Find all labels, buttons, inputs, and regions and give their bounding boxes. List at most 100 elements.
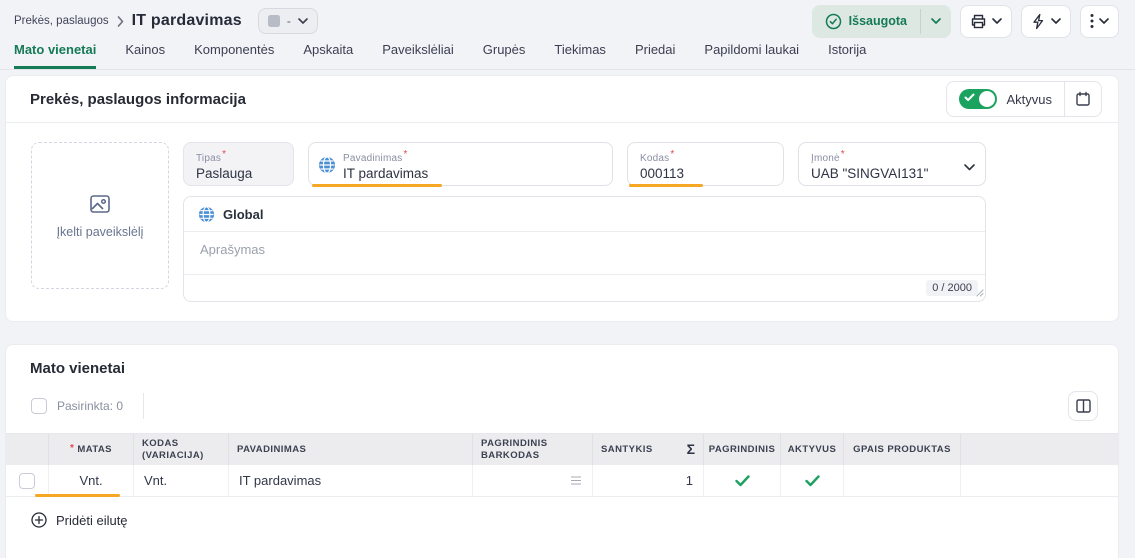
language-label: Global: [223, 207, 263, 222]
changed-indicator: [35, 494, 120, 497]
units-table: *MATAS KODAS (VARIACIJA) PAVADINIMAS PAG…: [6, 433, 1118, 497]
header-pagrindinis: PAGRINDINIS: [704, 434, 781, 465]
header-matas: *MATAS: [49, 434, 134, 465]
pavadinimas-label: Pavadinimas*: [343, 153, 408, 164]
table-header-row: *MATAS KODAS (VARIACIJA) PAVADINIMAS PAG…: [6, 434, 1118, 465]
column-settings-button[interactable]: [1068, 391, 1098, 421]
tab-grupes[interactable]: Grupės: [483, 42, 526, 69]
save-status-button[interactable]: Išsaugota: [812, 5, 920, 38]
tipas-value: Paslauga: [196, 166, 283, 181]
tab-apskaita[interactable]: Apskaita: [303, 42, 353, 69]
header-aktyvus: AKTYVUS: [781, 434, 844, 465]
matas-cell[interactable]: Vnt.: [49, 465, 134, 496]
chevron-down-icon: [992, 18, 1002, 24]
header-empty: [961, 434, 1118, 465]
aktyvus-cell[interactable]: [781, 465, 844, 496]
pavadinimas-field[interactable]: Pavadinimas* IT pardavimas: [308, 142, 613, 186]
pagrindinis-cell[interactable]: [704, 465, 781, 496]
imone-select-value[interactable]: UAB "SINGVAI131": [811, 166, 955, 181]
required-asterisk: *: [841, 149, 845, 160]
changed-indicator: [312, 184, 442, 187]
page-title: IT pardavimas: [132, 12, 242, 30]
kodas-cell[interactable]: Vnt.: [134, 465, 229, 496]
schedule-button[interactable]: [1064, 82, 1101, 116]
breadcrumb-parent-link[interactable]: Prekės, paslaugos: [14, 15, 109, 27]
description-footer: 0 / 2000: [184, 274, 985, 301]
header-gpais-produktas: GPAIS PRODUKTAS: [844, 434, 961, 465]
kodas-label: Kodas*: [640, 153, 674, 164]
save-options-button[interactable]: [921, 5, 951, 38]
chevron-down-icon: [298, 18, 308, 24]
gpais-cell[interactable]: [844, 465, 961, 496]
add-row-label: Pridėti eilutę: [56, 513, 128, 528]
breadcrumb: Prekės, paslaugos IT pardavimas -: [14, 8, 318, 34]
active-toggle-group: Aktyvus: [946, 81, 1102, 117]
toggle-knob: [979, 91, 995, 107]
toggle-switch-on[interactable]: [959, 89, 997, 109]
chevron-down-icon: [1099, 18, 1109, 24]
tipas-field: Tipas* Paslauga: [183, 142, 294, 186]
pavadinimas-cell[interactable]: IT pardavimas: [229, 465, 473, 496]
variant-swatch: [268, 15, 280, 27]
menu-lines-icon[interactable]: [570, 476, 582, 485]
header-santykis: SANTYKISΣ: [593, 434, 704, 465]
description-textarea[interactable]: Aprašymas: [184, 232, 985, 274]
breadcrumb-chevron-icon: [117, 16, 124, 27]
save-status-split-button[interactable]: Išsaugota: [812, 5, 951, 38]
printer-icon: [970, 13, 987, 30]
tab-tiekimas[interactable]: Tiekimas: [554, 42, 606, 69]
units-header: Mato vienetai: [6, 345, 1118, 379]
barkodas-cell[interactable]: [473, 465, 593, 496]
add-row-button[interactable]: Pridėti eilutę: [31, 512, 1118, 528]
globe-icon: [318, 156, 336, 177]
char-counter: 0 / 2000: [926, 280, 978, 296]
changed-indicator: [629, 184, 703, 187]
tabbar: Mato vienetai Kainos Komponentės Apskait…: [0, 40, 1135, 70]
topbar: Prekės, paslaugos IT pardavimas - Išsaug…: [0, 0, 1135, 40]
top-actions: Išsaugota: [812, 5, 1119, 38]
row-select-cell: [6, 465, 49, 496]
active-toggle[interactable]: Aktyvus: [947, 82, 1064, 116]
tab-kainos[interactable]: Kainos: [125, 42, 165, 69]
units-title: Mato vienetai: [30, 360, 125, 377]
kebab-menu-icon: [1090, 13, 1094, 29]
imone-field[interactable]: Įmonė* UAB "SINGVAI131": [798, 142, 986, 186]
empty-cell: [961, 465, 1118, 496]
pavadinimas-input[interactable]: IT pardavimas: [343, 166, 602, 181]
variant-dropdown[interactable]: -: [258, 8, 318, 34]
tab-priedai[interactable]: Priedai: [635, 42, 675, 69]
select-all-checkbox[interactable]: [31, 398, 47, 414]
kodas-input[interactable]: 000113: [640, 166, 773, 181]
tab-papildomi-laukai[interactable]: Papildomi laukai: [704, 42, 799, 69]
tab-komponentes[interactable]: Komponentės: [194, 42, 274, 69]
upload-label: Įkelti paveikslėlį: [57, 225, 144, 239]
header-select: [6, 434, 49, 465]
more-options-button[interactable]: [1080, 5, 1119, 38]
image-icon: [88, 192, 112, 216]
active-toggle-label: Aktyvus: [1006, 92, 1052, 107]
tab-mato-vienetai[interactable]: Mato vienetai: [14, 42, 96, 69]
selected-count-label: Pasirinkta: 0: [57, 399, 123, 413]
save-status-label: Išsaugota: [849, 14, 907, 28]
units-toolbar: Pasirinkta: 0: [6, 379, 1118, 433]
print-button[interactable]: [960, 5, 1012, 38]
globe-icon: [198, 206, 215, 223]
description-language-header[interactable]: Global: [184, 197, 985, 232]
tab-paveiksleliai[interactable]: Paveikslėliai: [382, 42, 454, 69]
product-info-header: Prekės, paslaugos informacija Aktyvus: [6, 76, 1118, 123]
santykis-cell[interactable]: 1: [593, 465, 704, 496]
chevron-down-icon: [1051, 18, 1061, 24]
divider: [143, 393, 144, 419]
page: Prekės, paslaugos IT pardavimas - Išsaug…: [0, 0, 1135, 558]
resize-handle[interactable]: [975, 285, 984, 300]
form-region: Tipas* Paslauga Pavadinimas* IT pa: [183, 142, 986, 302]
sigma-sum-icon[interactable]: Σ: [687, 441, 695, 459]
imone-label: Įmonė*: [811, 153, 845, 164]
image-upload-dropzone[interactable]: Įkelti paveikslėlį: [31, 142, 169, 289]
kodas-field[interactable]: Kodas* 000113: [627, 142, 784, 186]
quick-actions-button[interactable]: [1021, 5, 1071, 38]
tab-istorija[interactable]: Istorija: [828, 42, 866, 69]
required-asterisk: *: [70, 443, 74, 456]
row-checkbox[interactable]: [19, 473, 35, 489]
check-icon: [964, 93, 975, 102]
